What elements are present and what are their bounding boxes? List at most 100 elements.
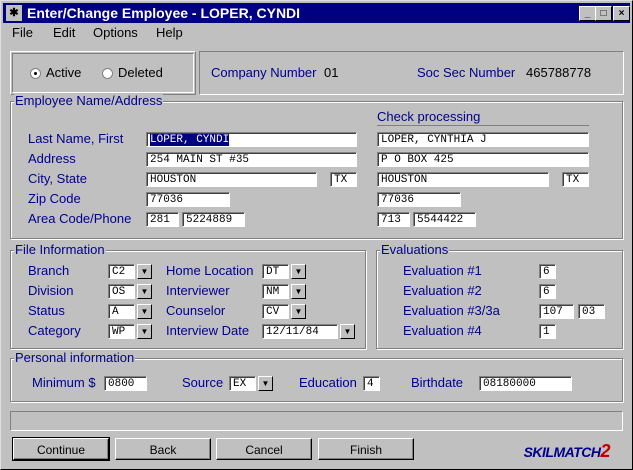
minimum-label: Minimum $: [32, 375, 96, 390]
evaluations-group: Evaluations Evaluation #1 Evaluation #2 …: [376, 243, 623, 349]
menu-help[interactable]: Help: [156, 25, 183, 40]
company-number-label: Company Number: [211, 65, 317, 80]
interviewer-select[interactable]: NM: [262, 284, 289, 299]
home-location-select[interactable]: DT: [262, 264, 289, 279]
deleted-radio[interactable]: [102, 68, 113, 79]
education-label: Education: [299, 375, 357, 390]
company-panel: Company Number 01 Soc Sec Number 4657887…: [199, 51, 624, 95]
phone-label: Area Code/Phone: [28, 211, 132, 226]
category-select[interactable]: WP: [108, 324, 135, 339]
name-address-title: Employee Name/Address: [14, 93, 164, 108]
back-button[interactable]: Back: [115, 438, 211, 460]
status-label: Status: [28, 303, 65, 318]
menu-bar: File Edit Options Help: [3, 24, 630, 42]
check-processing-title: Check processing: [377, 109, 481, 124]
file-info-group: File Information Branch Division Status …: [10, 243, 366, 349]
company-number-value: 01: [324, 65, 339, 80]
category-dropdown-arrow-icon[interactable]: ▼: [137, 324, 152, 339]
title-bar[interactable]: ✱ Enter/Change Employee - LOPER, CYNDI _…: [3, 3, 630, 23]
source-select[interactable]: EX: [229, 376, 256, 391]
city-field[interactable]: HOUSTON: [146, 172, 317, 187]
interviewer-dropdown-arrow-icon[interactable]: ▼: [291, 284, 306, 299]
maximize-button[interactable]: □: [595, 6, 612, 21]
check-name-field[interactable]: LOPER, CYNTHIA J: [377, 132, 589, 147]
check-zip-field[interactable]: 77036: [377, 192, 461, 207]
interviewer-label: Interviewer: [166, 283, 230, 298]
active-radio[interactable]: [30, 68, 41, 79]
last-first-label: Last Name, First: [28, 131, 124, 146]
evaluation-2-label: Evaluation #2: [403, 283, 482, 298]
employee-window: ✱ Enter/Change Employee - LOPER, CYNDI _…: [0, 0, 633, 470]
menu-options[interactable]: Options: [93, 25, 138, 40]
branch-select[interactable]: C2: [108, 264, 135, 279]
evaluation-4-field[interactable]: 1: [539, 324, 556, 339]
check-state-field[interactable]: TX: [562, 172, 589, 187]
zip-field[interactable]: 77036: [146, 192, 230, 207]
deleted-label: Deleted: [118, 65, 163, 80]
skilmatch-logo: SKILMATCH2: [523, 441, 611, 462]
evaluation-2-field[interactable]: 6: [539, 284, 556, 299]
cancel-button[interactable]: Cancel: [216, 438, 312, 460]
interview-date-label: Interview Date: [166, 323, 250, 338]
category-label: Category: [28, 323, 81, 338]
check-city-field[interactable]: HOUSTON: [377, 172, 549, 187]
interview-date-select[interactable]: 12/11/84: [262, 324, 338, 339]
source-dropdown-arrow-icon[interactable]: ▼: [258, 376, 273, 391]
ssn-value: 465788778: [526, 65, 592, 80]
phone-field[interactable]: 5224889: [182, 212, 245, 227]
check-address-field[interactable]: P O BOX 425: [377, 152, 589, 167]
home-location-label: Home Location: [166, 263, 254, 278]
name-value: LOPER, CYNDI: [150, 134, 230, 146]
evaluation-1-label: Evaluation #1: [403, 263, 482, 278]
finish-button[interactable]: Finish: [318, 438, 414, 460]
division-dropdown-arrow-icon[interactable]: ▼: [137, 284, 152, 299]
counselor-dropdown-arrow-icon[interactable]: ▼: [291, 304, 306, 319]
address-label: Address: [28, 151, 76, 166]
continue-button[interactable]: Continue: [12, 437, 110, 461]
status-select[interactable]: A: [108, 304, 135, 319]
education-field[interactable]: 4: [363, 376, 380, 391]
area-code-field[interactable]: 281: [146, 212, 179, 227]
home-location-dropdown-arrow-icon[interactable]: ▼: [291, 264, 306, 279]
logo-text: SKILMATCH: [523, 444, 601, 460]
minimize-button[interactable]: _: [579, 6, 596, 21]
personal-info-title: Personal information: [14, 350, 136, 365]
counselor-label: Counselor: [166, 303, 226, 318]
branch-label: Branch: [28, 263, 70, 278]
status-bar: [10, 411, 623, 431]
menu-edit[interactable]: Edit: [53, 25, 75, 40]
division-select[interactable]: OS: [108, 284, 135, 299]
status-panel: Active Deleted: [10, 51, 196, 95]
source-label: Source: [182, 375, 224, 390]
check-area-code-field[interactable]: 713: [377, 212, 410, 227]
branch-dropdown-arrow-icon[interactable]: ▼: [137, 264, 152, 279]
minimum-field[interactable]: 0800: [104, 376, 147, 391]
interview-date-dropdown-arrow-icon[interactable]: ▼: [340, 324, 355, 339]
evaluation-4-label: Evaluation #4: [403, 323, 482, 338]
close-button[interactable]: ×: [613, 6, 630, 21]
state-field[interactable]: TX: [330, 172, 357, 187]
birthdate-label: Birthdate: [411, 375, 464, 390]
evaluation-1-field[interactable]: 6: [539, 264, 556, 279]
ssn-label: Soc Sec Number: [417, 65, 516, 80]
evaluation-3-label: Evaluation #3/3a: [403, 303, 500, 318]
personal-info-group: Personal information Minimum $ 0800 Sour…: [10, 351, 623, 402]
counselor-select[interactable]: CV: [262, 304, 289, 319]
menu-file[interactable]: File: [12, 25, 33, 40]
evaluation-3a-field[interactable]: 03: [578, 304, 605, 319]
evaluations-title: Evaluations: [380, 242, 450, 257]
status-dropdown-arrow-icon[interactable]: ▼: [137, 304, 152, 319]
file-info-title: File Information: [14, 242, 106, 257]
window-title: Enter/Change Employee - LOPER, CYNDI: [27, 5, 301, 21]
birthdate-field[interactable]: 08180000: [479, 376, 572, 391]
zip-label: Zip Code: [28, 191, 81, 206]
evaluation-3-field[interactable]: 107: [539, 304, 574, 319]
name-field[interactable]: LOPER, CYNDI: [146, 132, 357, 147]
address-field[interactable]: 254 MAIN ST #35: [146, 152, 357, 167]
check-processing-divider: [377, 125, 589, 126]
city-state-label: City, State: [28, 171, 88, 186]
check-phone-field[interactable]: 5544422: [413, 212, 476, 227]
active-label: Active: [46, 65, 82, 80]
division-label: Division: [28, 283, 74, 298]
gear-app-icon[interactable]: ✱: [6, 5, 22, 21]
